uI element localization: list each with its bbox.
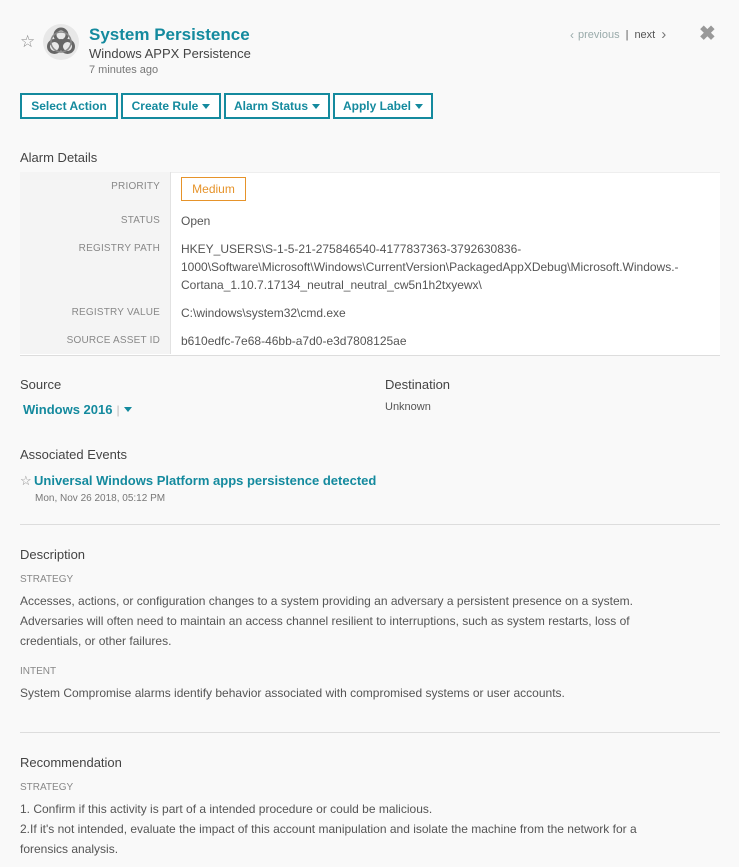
caret-down-icon: [415, 103, 423, 109]
create-rule-button[interactable]: Create Rule: [121, 93, 221, 119]
divider: [20, 732, 720, 733]
close-x-icon[interactable]: ✖: [699, 21, 716, 46]
source-heading: Source: [20, 377, 62, 392]
priority-label: PRIORITY: [111, 181, 160, 192]
chevron-left-icon[interactable]: ‹: [570, 28, 574, 42]
description-strategy-line2: Adversaries will often need to maintain …: [20, 614, 630, 628]
registry-value: C:\windows\system32\cmd.exe: [181, 306, 346, 320]
select-action-label: Select Action: [31, 99, 107, 113]
recommendation-strategy-label: STRATEGY: [20, 782, 74, 793]
registry-value-label: REGISTRY VALUE: [71, 307, 160, 318]
status-value: Open: [181, 214, 211, 228]
source-asset-id-label: SOURCE ASSET ID: [66, 335, 160, 346]
apply-label-label: Apply Label: [342, 99, 411, 113]
alarm-details-label-column: [20, 172, 171, 354]
registry-path-line2: 1000\Software\Microsoft\Windows\CurrentV…: [181, 260, 679, 274]
create-rule-label: Create Rule: [131, 99, 199, 113]
status-label: STATUS: [120, 215, 160, 226]
alarm-title: System Persistence: [89, 25, 250, 44]
event-star-icon[interactable]: ☆: [20, 474, 32, 487]
description-strategy-line3: credentials, or other failures.: [20, 634, 172, 648]
apply-label-button[interactable]: Apply Label: [333, 93, 433, 119]
alarm-time-ago: 7 minutes ago: [89, 64, 159, 76]
registry-path-line1: HKEY_USERS\S-1-5-21-275846540-4177837363…: [181, 242, 522, 256]
intent-text: System Compromise alarms identify behavi…: [20, 686, 565, 700]
biohazard-icon: [43, 24, 79, 60]
chevron-right-icon[interactable]: ›: [661, 26, 666, 43]
destination-heading: Destination: [385, 377, 451, 392]
nav-separator: |: [625, 28, 629, 41]
registry-path-line3: Cortana_1.10.7.17134_neutral_neutral_cw5…: [181, 278, 482, 292]
description-strategy-label: STRATEGY: [20, 574, 74, 585]
next-link[interactable]: next: [634, 29, 655, 41]
destination-value: Unknown: [385, 401, 431, 413]
description-strategy-line1: Accesses, actions, or configuration chan…: [20, 594, 633, 608]
associated-events-heading: Associated Events: [20, 447, 127, 462]
alarm-details-heading: Alarm Details: [20, 150, 98, 165]
divider: [20, 524, 720, 525]
source-asset-dropdown[interactable]: Windows 2016 |: [23, 402, 132, 417]
recommendation-line3: forensics analysis.: [20, 842, 119, 856]
recommendation-heading: Recommendation: [20, 755, 122, 770]
alarm-subtitle: Windows APPX Persistence: [89, 46, 251, 61]
favorite-star-icon[interactable]: ☆: [20, 33, 35, 50]
recommendation-line2: 2.If it's not intended, evaluate the imp…: [20, 822, 637, 836]
previous-link[interactable]: previous: [578, 29, 620, 41]
event-timestamp: Mon, Nov 26 2018, 05:12 PM: [35, 493, 166, 504]
event-link[interactable]: Universal Windows Platform apps persiste…: [34, 473, 376, 488]
registry-path-label: REGISTRY PATH: [78, 243, 160, 254]
priority-badge: Medium: [181, 177, 246, 201]
recommendation-line1: 1. Confirm if this activity is part of a…: [20, 802, 433, 816]
dropdown-separator: |: [116, 402, 120, 417]
source-asset-id-value: b610edfc-7e68-46bb-a7d0-e3d7808125ae: [181, 334, 407, 348]
chevron-down-icon[interactable]: [123, 407, 132, 412]
select-action-button[interactable]: Select Action: [20, 93, 118, 119]
caret-down-icon: [202, 103, 211, 109]
alarm-status-button[interactable]: Alarm Status: [224, 93, 330, 119]
description-heading: Description: [20, 547, 86, 562]
caret-down-icon: [312, 103, 321, 109]
source-asset-name[interactable]: Windows 2016: [23, 402, 112, 417]
alarm-status-label: Alarm Status: [233, 99, 309, 113]
intent-label: INTENT: [20, 666, 57, 677]
